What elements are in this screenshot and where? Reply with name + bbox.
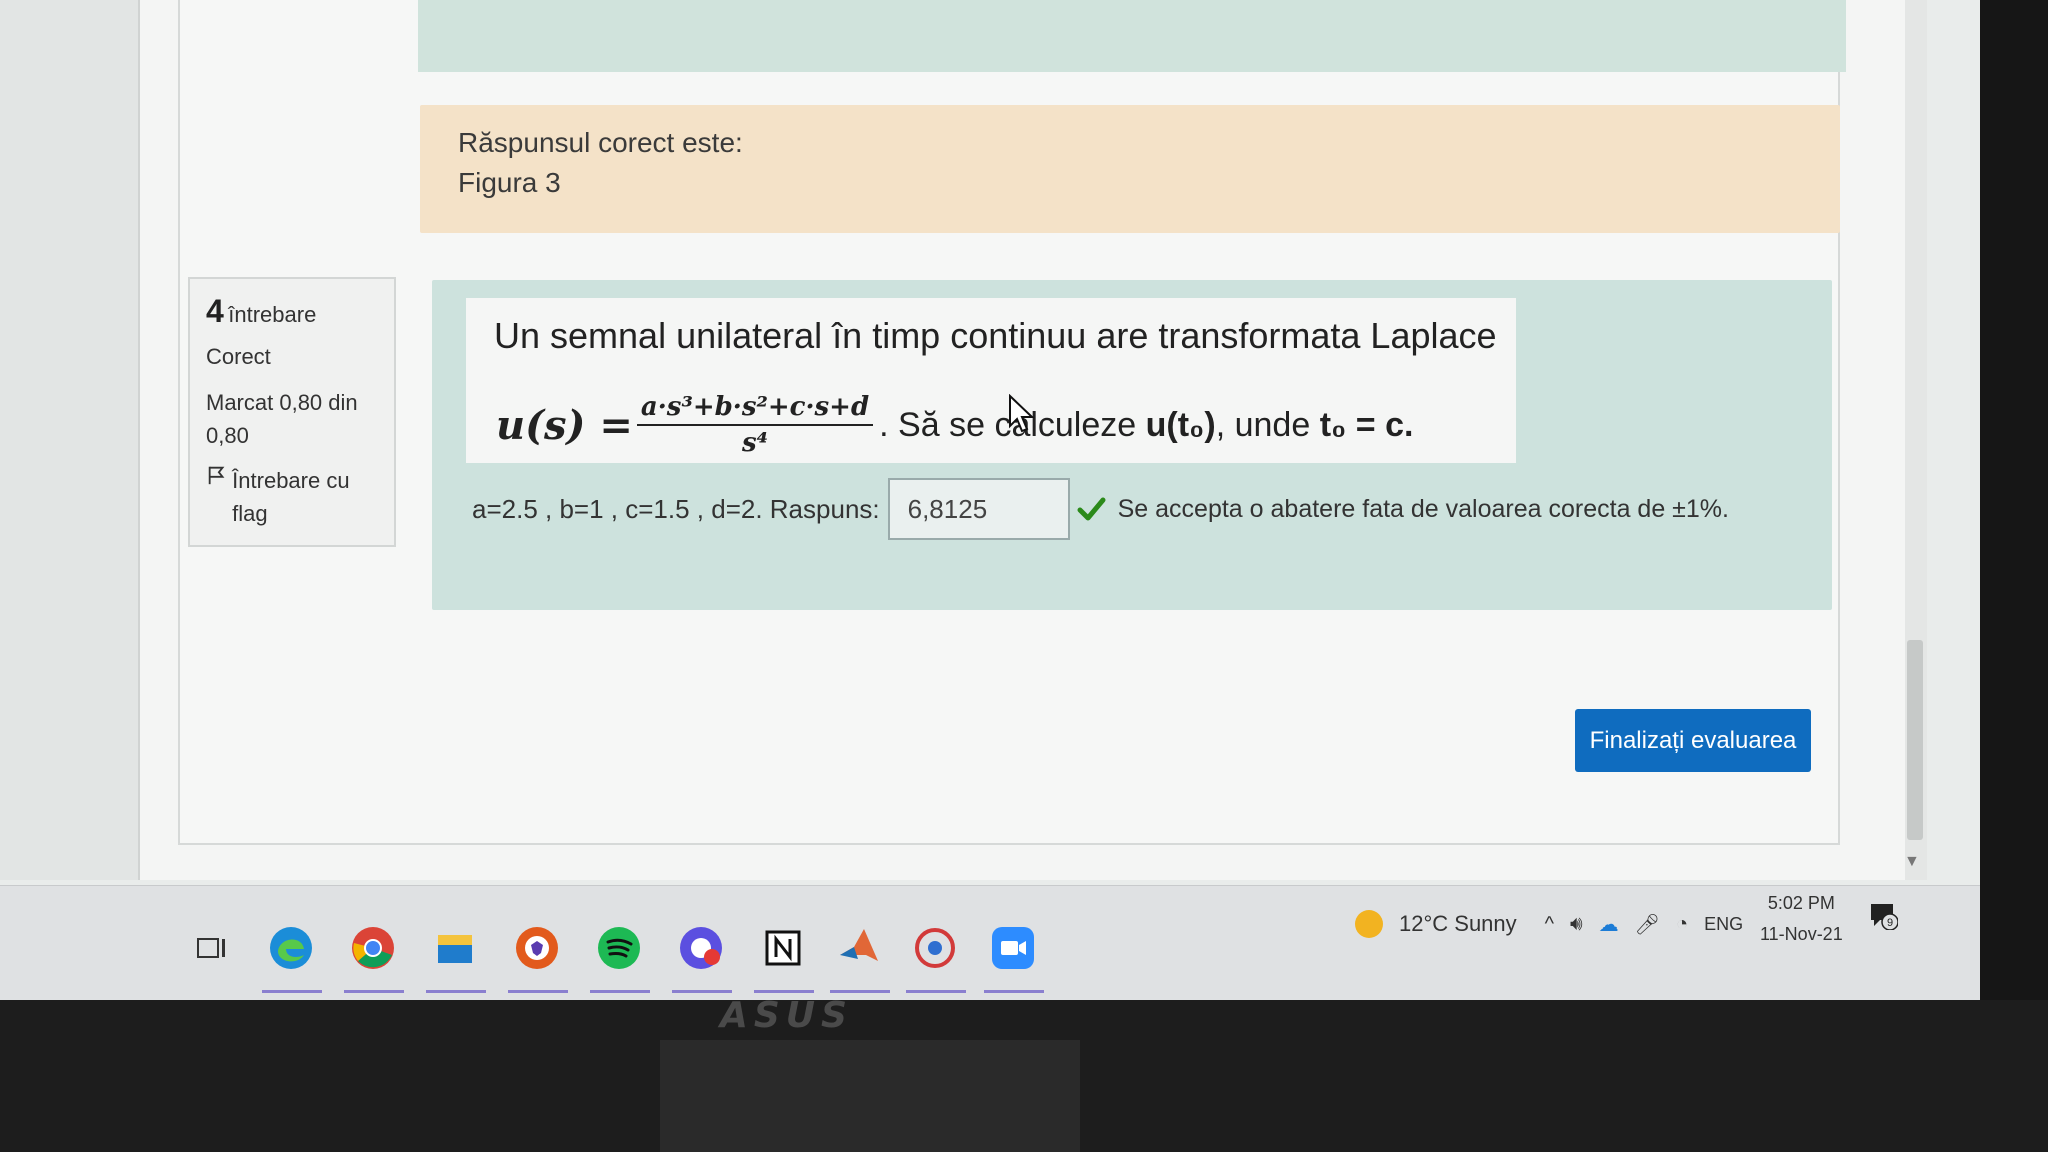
task-view-icon[interactable] bbox=[188, 925, 234, 971]
finish-review-button[interactable]: Finalizați evaluarea bbox=[1575, 709, 1811, 772]
notion-icon[interactable] bbox=[760, 925, 806, 971]
chevron-up-icon[interactable]: ^ bbox=[1545, 913, 1554, 936]
formula-text-2: u(t₀) bbox=[1145, 405, 1216, 444]
correct-answer-label: Răspunsul corect este: bbox=[458, 127, 743, 158]
file-explorer-icon[interactable] bbox=[432, 925, 478, 971]
scrollbar-thumb[interactable] bbox=[1907, 640, 1923, 840]
formula-denominator: s⁴ bbox=[742, 428, 769, 458]
answer-input[interactable] bbox=[887, 478, 1070, 540]
edge-icon[interactable] bbox=[268, 925, 314, 971]
page-left-margin bbox=[0, 0, 140, 880]
formula-numerator: a·s³+b·s²+c·s+d bbox=[636, 392, 874, 426]
scroll-down-arrow-icon[interactable]: ▼ bbox=[1904, 853, 1920, 871]
asus-logo: ASUS bbox=[720, 995, 853, 1036]
edge-active-indicator bbox=[262, 990, 322, 993]
correct-answer-feedback: Răspunsul corect este: Figura 3 bbox=[420, 105, 1840, 233]
weather-text[interactable]: 12°C Sunny bbox=[1399, 911, 1517, 937]
volume-icon[interactable]: 🔊︎ bbox=[1570, 913, 1583, 936]
monitor-screen: Răspunsul corect este: Figura 3 4 întreb… bbox=[0, 0, 1990, 1010]
spotify-icon[interactable] bbox=[596, 925, 642, 971]
brave-active-indicator bbox=[508, 990, 568, 993]
system-tray: 12°C Sunny ^ 🔊︎ ☁ 🎤︎ ◔ ENG bbox=[1355, 910, 1763, 938]
tolerance-note: Se accepta o abatere fata de valoarea co… bbox=[1117, 494, 1729, 523]
matlab-icon[interactable] bbox=[836, 925, 882, 971]
mouse-cursor-icon bbox=[1009, 394, 1034, 433]
chrome-active-indicator bbox=[344, 990, 404, 993]
answer-row: a=2.5 , b=1 , c=1.5 , d=2. Raspuns: Se a… bbox=[472, 478, 1729, 540]
taskbar-clock[interactable]: 5:02 PM 11-Nov-21 bbox=[1760, 893, 1843, 945]
question-state: Corect bbox=[206, 344, 271, 369]
wifi-icon[interactable]: ◔ bbox=[1676, 913, 1688, 936]
messenger-icon[interactable] bbox=[678, 925, 724, 971]
language-indicator[interactable]: ENG bbox=[1704, 914, 1743, 935]
flag-outline-icon bbox=[208, 466, 225, 485]
zoom-icon[interactable] bbox=[990, 925, 1036, 971]
clock-date: 11-Nov-21 bbox=[1760, 924, 1843, 944]
spotify-active-indicator bbox=[590, 990, 650, 993]
flag-question-link[interactable]: Întrebare cu flag bbox=[206, 464, 378, 530]
formula-text-3: , unde bbox=[1215, 405, 1320, 444]
zoom-active-indicator bbox=[984, 990, 1044, 993]
explorer-active-indicator bbox=[426, 990, 486, 993]
question-intro-text: Un semnal unilateral în timp continuu ar… bbox=[494, 315, 1497, 356]
weather-sun-icon bbox=[1355, 910, 1383, 938]
question-number-value: 4 bbox=[206, 293, 224, 329]
question-parameters: a=2.5 , b=1 , c=1.5 , d=2. Raspuns: bbox=[472, 493, 880, 524]
notification-center-icon[interactable]: 9 bbox=[1868, 900, 1898, 930]
chrome-icon[interactable] bbox=[350, 925, 396, 971]
app-icon[interactable] bbox=[912, 925, 958, 971]
correct-answer-value: Figura 3 bbox=[458, 167, 561, 198]
notion-active-indicator bbox=[754, 990, 814, 993]
question-info-panel: 4 întrebare Corect Marcat 0,80 din 0,80 … bbox=[188, 277, 396, 547]
matlab-active-indicator bbox=[830, 990, 890, 993]
check-icon bbox=[1077, 497, 1106, 521]
question-number: 4 întrebare bbox=[206, 293, 378, 330]
brave-icon[interactable] bbox=[514, 925, 560, 971]
laplace-formula: u(s) = a·s³+b·s²+c·s+d s⁴ . Să se calcul… bbox=[496, 385, 1413, 465]
clock-time: 5:02 PM bbox=[1767, 893, 1835, 913]
notification-count: 9 bbox=[1887, 917, 1893, 929]
monitor-stand bbox=[660, 1040, 1080, 1152]
formula-instruction: . Să se calculeze u(t₀), unde t₀ = c. bbox=[879, 406, 1413, 445]
monitor-bezel-right bbox=[1980, 0, 2048, 1152]
formula-text-4: t₀ = c. bbox=[1319, 405, 1414, 444]
onedrive-icon[interactable]: ☁ bbox=[1599, 912, 1619, 937]
previous-question-feedback bbox=[418, 0, 1846, 72]
messenger-active-indicator bbox=[672, 990, 732, 993]
question-number-label: întrebare bbox=[228, 302, 317, 327]
question-grade: Marcat 0,80 din 0,80 bbox=[206, 390, 358, 448]
flag-question-label: Întrebare cu flag bbox=[232, 468, 350, 526]
app-active-indicator bbox=[906, 990, 966, 993]
formula-lhs: u(s) = bbox=[496, 401, 633, 449]
formula-fraction: a·s³+b·s²+c·s+d s⁴ bbox=[636, 392, 874, 458]
microphone-icon[interactable]: 🎤︎ bbox=[1635, 912, 1660, 937]
